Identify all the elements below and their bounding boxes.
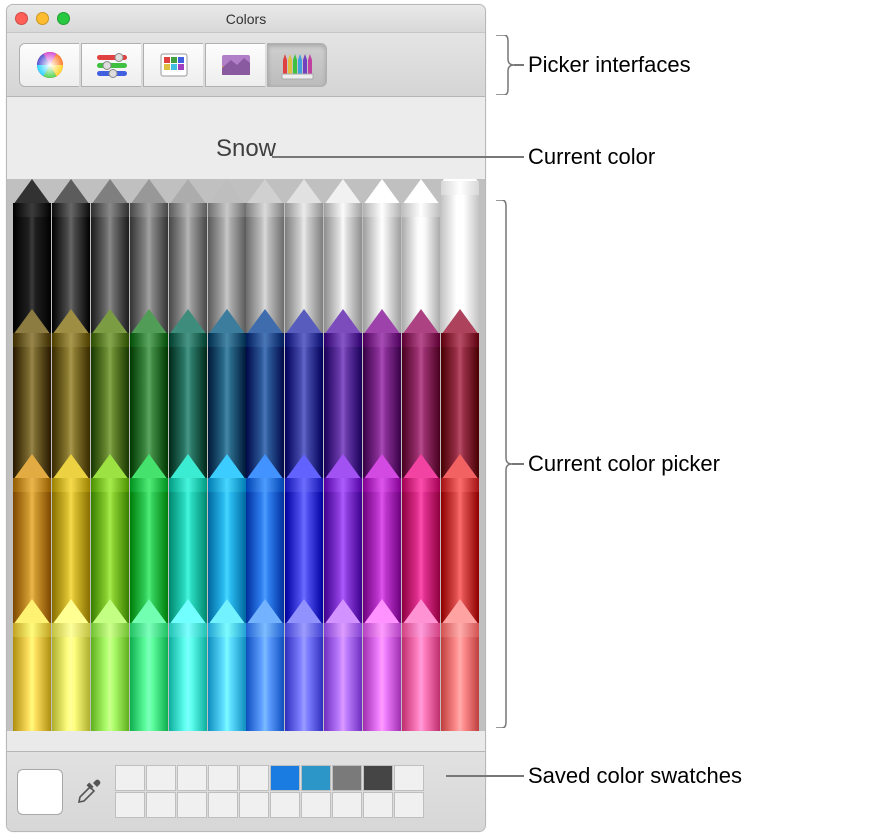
tab-color-wheel[interactable] bbox=[19, 43, 79, 87]
pencil[interactable] bbox=[13, 599, 51, 731]
titlebar: Colors bbox=[7, 5, 485, 33]
pencil[interactable] bbox=[91, 599, 129, 731]
tab-pencils[interactable] bbox=[267, 43, 327, 87]
swatch-cell[interactable] bbox=[301, 792, 331, 818]
window-title: Colors bbox=[7, 11, 485, 27]
swatch-cell[interactable] bbox=[146, 792, 176, 818]
tab-color-palettes[interactable] bbox=[143, 43, 203, 87]
palette-icon bbox=[155, 50, 193, 80]
pencils-icon bbox=[278, 50, 316, 80]
swatch-cell[interactable] bbox=[208, 765, 238, 791]
sliders-icon bbox=[93, 50, 131, 80]
eyedropper-icon bbox=[74, 777, 104, 807]
swatch-cell[interactable] bbox=[270, 792, 300, 818]
image-icon bbox=[217, 50, 255, 80]
callout-current-picker: Current color picker bbox=[528, 451, 720, 477]
pencil[interactable] bbox=[363, 599, 401, 731]
current-color-well[interactable] bbox=[17, 769, 63, 815]
pencil[interactable] bbox=[208, 599, 246, 731]
tab-color-sliders[interactable] bbox=[81, 43, 141, 87]
callout-current-color: Current color bbox=[528, 144, 655, 170]
swatch-cell[interactable] bbox=[332, 765, 362, 791]
tab-image-palettes[interactable] bbox=[205, 43, 265, 87]
pencil[interactable] bbox=[285, 599, 323, 731]
swatch-bar bbox=[7, 751, 485, 831]
pencil-picker bbox=[7, 179, 485, 731]
pencil[interactable] bbox=[324, 599, 362, 731]
swatch-cell[interactable] bbox=[239, 792, 269, 818]
swatch-cell[interactable] bbox=[394, 792, 424, 818]
pencil[interactable] bbox=[246, 599, 284, 731]
swatch-cell[interactable] bbox=[363, 765, 393, 791]
pencil[interactable] bbox=[402, 599, 440, 731]
pencil[interactable] bbox=[441, 599, 479, 731]
swatch-cell[interactable] bbox=[146, 765, 176, 791]
swatch-cell[interactable] bbox=[115, 792, 145, 818]
color-wheel-icon bbox=[31, 50, 69, 80]
current-color-name: Snow bbox=[7, 97, 485, 179]
swatch-cell[interactable] bbox=[208, 792, 238, 818]
swatch-cell[interactable] bbox=[177, 792, 207, 818]
swatch-cell[interactable] bbox=[301, 765, 331, 791]
picker-toolbar bbox=[7, 33, 485, 97]
pencil[interactable] bbox=[130, 599, 168, 731]
pencil[interactable] bbox=[169, 599, 207, 731]
callout-picker-interfaces: Picker interfaces bbox=[528, 52, 691, 78]
callout-saved-swatches: Saved color swatches bbox=[528, 763, 742, 789]
swatch-cell[interactable] bbox=[394, 765, 424, 791]
swatch-cell[interactable] bbox=[332, 792, 362, 818]
colors-window: Colors bbox=[6, 4, 486, 832]
swatch-cell[interactable] bbox=[270, 765, 300, 791]
callouts-layer: Picker interfaces Current color Current … bbox=[490, 0, 870, 838]
swatch-cell[interactable] bbox=[363, 792, 393, 818]
swatch-cell[interactable] bbox=[177, 765, 207, 791]
swatch-cell[interactable] bbox=[115, 765, 145, 791]
swatch-cell[interactable] bbox=[239, 765, 269, 791]
eyedropper-button[interactable] bbox=[71, 774, 107, 810]
pencil[interactable] bbox=[52, 599, 90, 731]
saved-swatches-grid bbox=[115, 765, 424, 818]
